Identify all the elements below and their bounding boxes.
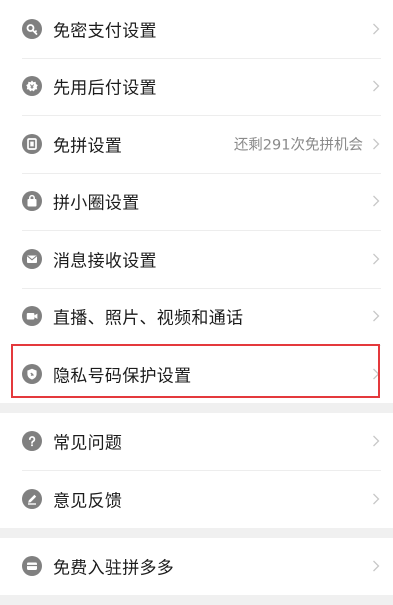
chevron-right-icon xyxy=(372,80,380,92)
mail-icon xyxy=(22,248,42,269)
chevron-right-icon xyxy=(372,368,380,380)
chevron-right-icon xyxy=(372,23,380,35)
settings-group-help: 常见问题 意见反馈 xyxy=(0,412,393,528)
menu-item-label: 拼小圈设置 xyxy=(53,193,140,214)
key-icon xyxy=(22,18,42,39)
menu-item-label: 先用后付设置 xyxy=(53,78,157,99)
menu-item-label: 意见反馈 xyxy=(53,491,123,512)
chevron-right-icon xyxy=(372,493,380,505)
menu-item-label: 直播、照片、视频和通话 xyxy=(53,308,244,329)
menu-item-label: 常见问题 xyxy=(53,433,123,454)
chevron-right-icon xyxy=(372,195,380,207)
pen-icon xyxy=(22,488,42,509)
menu-item-message-settings[interactable]: 消息接收设置 xyxy=(0,230,393,288)
menu-item-label: 免密支付设置 xyxy=(53,21,157,42)
chevron-right-icon xyxy=(372,138,380,150)
store-icon xyxy=(22,556,42,577)
menu-item-label: 免费入驻拼多多 xyxy=(53,558,175,579)
menu-item-live-photo-video-call[interactable]: 直播、照片、视频和通话 xyxy=(0,287,393,346)
menu-item-label: 隐私号码保护设置 xyxy=(53,366,192,387)
menu-item-label: 免拼设置 xyxy=(53,136,123,157)
chevron-right-icon xyxy=(372,560,380,572)
chevron-right-icon xyxy=(372,253,380,265)
chevron-right-icon xyxy=(372,435,380,447)
section-separator xyxy=(0,595,393,605)
coupon-icon xyxy=(22,133,42,154)
video-camera-icon xyxy=(22,306,42,327)
menu-item-pay-later[interactable]: 先用后付设置 xyxy=(0,57,393,116)
settings-group-main: 免密支付设置 先用后付设置 免拼设置 还剩291次免拼机会 拼小圈设置 消息接收… xyxy=(0,0,393,403)
menu-item-group-buy-free[interactable]: 免拼设置 还剩291次免拼机会 xyxy=(0,115,393,173)
remaining-count-text: 还剩291次免拼机会 xyxy=(233,137,363,154)
question-icon xyxy=(22,431,42,452)
section-separator xyxy=(0,402,393,413)
menu-item-faq[interactable]: 常见问题 xyxy=(0,413,393,471)
menu-item-label: 消息接收设置 xyxy=(53,251,157,272)
settings-group-merchant: 免费入驻拼多多 xyxy=(0,537,393,596)
pay-later-icon xyxy=(22,76,42,97)
bag-icon xyxy=(22,191,42,212)
chevron-right-icon xyxy=(372,310,380,322)
menu-item-pinxiaoquan[interactable]: 拼小圈设置 xyxy=(0,172,393,231)
menu-item-free-merchant-join[interactable]: 免费入驻拼多多 xyxy=(0,538,393,596)
section-separator xyxy=(0,527,393,538)
menu-item-password-free-payment[interactable]: 免密支付设置 xyxy=(0,0,393,58)
menu-item-privacy-number-protection[interactable]: 隐私号码保护设置 xyxy=(0,345,393,403)
shield-icon xyxy=(22,363,42,384)
menu-item-feedback[interactable]: 意见反馈 xyxy=(0,470,393,528)
